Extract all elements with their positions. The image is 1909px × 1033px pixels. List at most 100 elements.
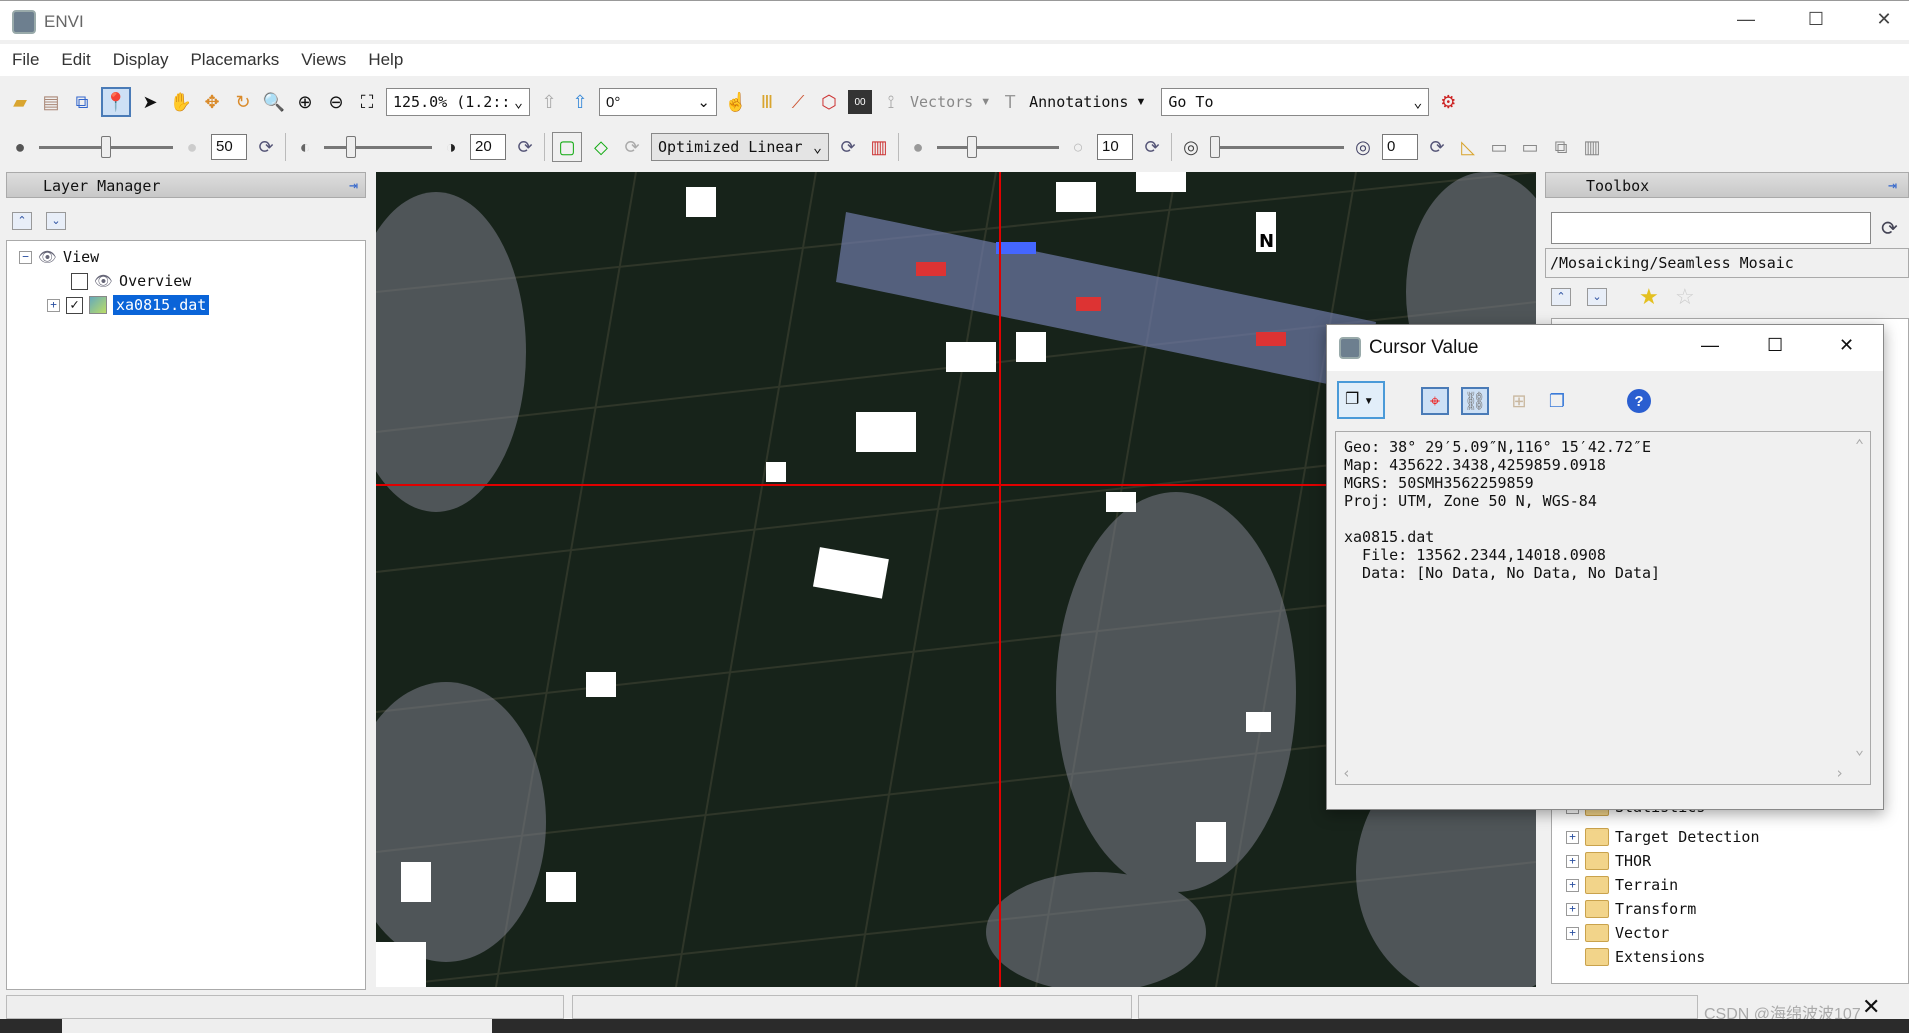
sharpen-slider[interactable] bbox=[937, 135, 1059, 158]
tree-item-view[interactable]: − 👁 View bbox=[19, 245, 99, 269]
rotation-select[interactable]: 0° ⌄ bbox=[599, 88, 717, 116]
maximize-button[interactable]: ☐ bbox=[1796, 9, 1836, 30]
tree-item-xa0815[interactable]: + ✓ xa0815.dat bbox=[47, 293, 210, 317]
zoom-box-icon[interactable]: 🔍 bbox=[262, 90, 286, 114]
refresh-stretch-icon[interactable]: ⟳ bbox=[620, 135, 644, 159]
brightness-slider[interactable] bbox=[39, 135, 173, 158]
goto-combo[interactable]: Go To ⌄ bbox=[1161, 88, 1430, 116]
annotations-menu[interactable]: Annotations bbox=[1029, 93, 1128, 111]
scroll-up-icon[interactable]: ⌃ bbox=[1855, 436, 1864, 454]
tree-item-overview[interactable]: 👁 Overview bbox=[71, 269, 191, 293]
toolbox-item-terrain[interactable]: + Terrain bbox=[1566, 873, 1678, 897]
toolbox-item-thor[interactable]: + THOR bbox=[1566, 849, 1651, 873]
transparency-input[interactable]: 0 bbox=[1382, 134, 1418, 160]
close-button[interactable]: ✕ bbox=[1864, 9, 1904, 30]
menu-file[interactable]: File bbox=[12, 50, 39, 70]
reset-stretch-icon[interactable]: ⟳ bbox=[836, 135, 860, 159]
stretch-view-icon[interactable]: ◇ bbox=[589, 135, 613, 159]
rotate-icon[interactable]: ↻ bbox=[231, 90, 255, 114]
close-icon[interactable]: ✕ bbox=[1862, 994, 1880, 1020]
zoom-out-icon[interactable]: ⊖ bbox=[324, 90, 348, 114]
roi-icon[interactable]: ⬡ bbox=[817, 90, 841, 114]
pixel-value-icon[interactable]: 00 bbox=[848, 90, 872, 114]
expand-icon[interactable]: + bbox=[47, 298, 60, 312]
zoom-full-icon[interactable]: ⛶ bbox=[355, 90, 379, 114]
toolbox-search-input[interactable] bbox=[1551, 212, 1871, 244]
menu-placemarks[interactable]: Placemarks bbox=[190, 50, 279, 70]
portal-icon[interactable]: ◺ bbox=[1456, 135, 1480, 159]
menu-views[interactable]: Views bbox=[301, 50, 346, 70]
toolbox-item-target-detection[interactable]: + Target Detection bbox=[1566, 825, 1760, 849]
reset-brightness-icon[interactable]: ⟳ bbox=[254, 135, 278, 159]
view-link-icon[interactable]: ▥ bbox=[1580, 135, 1604, 159]
stretch-type-select[interactable]: Optimized Linear ⌄ bbox=[651, 133, 829, 161]
xa0815-checkbox[interactable]: ✓ bbox=[66, 296, 83, 314]
move-down-button[interactable]: ⌄ bbox=[46, 212, 66, 230]
blend-icon[interactable]: ▭ bbox=[1487, 135, 1511, 159]
grid-icon[interactable]: ⊞ bbox=[1507, 389, 1531, 413]
measure-icon[interactable]: ⟋ bbox=[786, 90, 810, 114]
rotate-north-icon[interactable]: ⇧ bbox=[568, 90, 592, 114]
sharpen-input[interactable]: 10 bbox=[1097, 134, 1133, 160]
dialog-minimize-button[interactable]: — bbox=[1701, 335, 1719, 356]
scroll-left-icon[interactable]: ‹ bbox=[1342, 764, 1351, 782]
refresh-icon[interactable]: ⟳ bbox=[1881, 216, 1898, 241]
taskbar-search[interactable] bbox=[62, 1019, 492, 1033]
add-favorite-star-icon[interactable]: ★ bbox=[1639, 284, 1659, 310]
open-icon[interactable]: ▰ bbox=[8, 90, 32, 114]
minimize-button[interactable]: — bbox=[1726, 9, 1766, 30]
toolbox-item-extensions[interactable]: Extensions bbox=[1585, 945, 1705, 969]
select-arrow-icon[interactable]: ➤ bbox=[138, 90, 162, 114]
overview-checkbox[interactable] bbox=[71, 272, 88, 290]
north-up-icon[interactable]: ⇧ bbox=[537, 90, 561, 114]
menu-help[interactable]: Help bbox=[368, 50, 403, 70]
toolbox-down-button[interactable]: ⌄ bbox=[1587, 288, 1607, 306]
collapse-icon[interactable]: − bbox=[19, 250, 32, 264]
crop-icon[interactable]: ⧉ bbox=[70, 90, 94, 114]
toolbox-item-transform[interactable]: + Transform bbox=[1566, 897, 1696, 921]
dock-panel-icon[interactable]: ⇥ bbox=[349, 176, 358, 194]
vectors-menu[interactable]: Vectors bbox=[910, 93, 973, 111]
move-up-button[interactable]: ⌃ bbox=[12, 212, 32, 230]
pan-hand-icon[interactable]: ✋ bbox=[169, 90, 193, 114]
contrast-input[interactable]: 20 bbox=[470, 134, 506, 160]
cascade-windows-icon[interactable]: ❐ bbox=[1545, 389, 1569, 413]
copy-dropdown-button[interactable]: ❐ ▼ bbox=[1337, 381, 1385, 419]
reset-transparency-icon[interactable]: ⟳ bbox=[1425, 135, 1449, 159]
toolbox-up-button[interactable]: ⌃ bbox=[1551, 288, 1571, 306]
histogram-icon[interactable]: ▥ bbox=[867, 135, 891, 159]
dialog-maximize-button[interactable]: ☐ bbox=[1767, 335, 1783, 356]
scroll-right-icon[interactable]: › bbox=[1835, 764, 1844, 782]
transparency-slider[interactable] bbox=[1210, 135, 1344, 158]
spectral-profile-icon[interactable]: Ⅲ bbox=[755, 90, 779, 114]
expand-icon[interactable]: + bbox=[1566, 830, 1579, 844]
menu-display[interactable]: Display bbox=[113, 50, 169, 70]
menu-edit[interactable]: Edit bbox=[61, 50, 90, 70]
brightness-input[interactable]: 50 bbox=[211, 134, 247, 160]
swipe-icon[interactable]: ⧉ bbox=[1549, 135, 1573, 159]
zoom-level-select[interactable]: 125.0% (1.2:: ⌄ bbox=[386, 88, 530, 116]
remove-favorite-star-icon[interactable]: ☆ bbox=[1675, 284, 1695, 310]
expand-icon[interactable]: + bbox=[1566, 854, 1579, 868]
dialog-close-button[interactable]: ✕ bbox=[1839, 335, 1854, 356]
reset-sharpen-icon[interactable]: ⟳ bbox=[1140, 135, 1164, 159]
reset-contrast-icon[interactable]: ⟳ bbox=[513, 135, 537, 159]
toolbox-item-vector[interactable]: + Vector bbox=[1566, 921, 1669, 945]
zoom-in-icon[interactable]: ⊕ bbox=[293, 90, 317, 114]
notification-icon[interactable]: ⚙ bbox=[1436, 90, 1460, 114]
expand-icon[interactable]: + bbox=[1566, 878, 1579, 892]
fly-icon[interactable]: ✥ bbox=[200, 90, 224, 114]
clipboard-icon[interactable]: ▤ bbox=[39, 90, 63, 114]
contrast-slider[interactable] bbox=[324, 135, 432, 158]
crosshair-tool-icon[interactable]: ☝ bbox=[724, 90, 748, 114]
expand-icon[interactable]: + bbox=[1566, 902, 1579, 916]
scroll-down-icon[interactable]: ⌄ bbox=[1855, 740, 1864, 758]
dock-panel-icon[interactable]: ⇥ bbox=[1888, 176, 1897, 194]
help-icon[interactable]: ? bbox=[1627, 389, 1651, 413]
stretch-extent-icon[interactable]: ▢ bbox=[552, 132, 582, 162]
placemark-icon[interactable]: 📍 bbox=[101, 87, 131, 117]
link-icon[interactable]: ⛓ bbox=[1461, 387, 1489, 415]
crosshair-target-icon[interactable]: ⌖ bbox=[1421, 387, 1449, 415]
expand-icon[interactable]: + bbox=[1566, 926, 1579, 940]
flicker-icon[interactable]: ▭ bbox=[1518, 135, 1542, 159]
